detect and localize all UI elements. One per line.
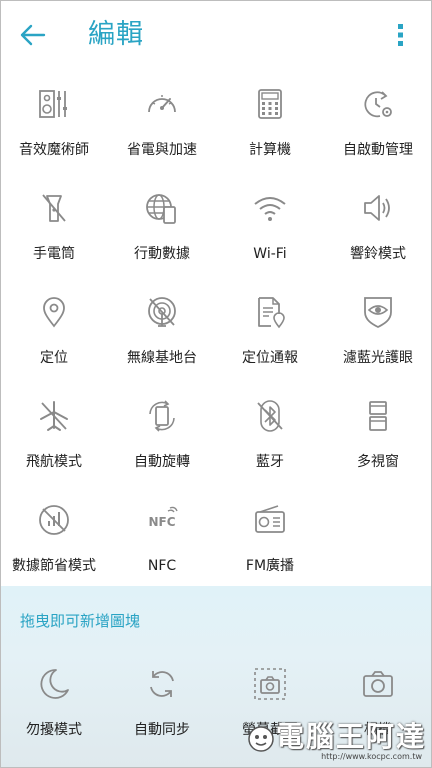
- tile-label: 定位: [40, 350, 68, 366]
- auto-start-manager-icon: [364, 91, 392, 118]
- svg-text:NFC: NFC: [148, 515, 175, 529]
- tile-label: 飛航模式: [26, 454, 82, 470]
- tile-label: 無線基地台: [127, 350, 197, 366]
- screenshot-icon: [254, 668, 286, 700]
- tile-power-boost[interactable]: 省電與加速: [108, 78, 216, 182]
- mobile-data-icon: [146, 194, 176, 224]
- tile-nfc[interactable]: NFC NFC: [108, 494, 216, 598]
- tile-label: 濾藍光護眼: [343, 350, 413, 366]
- tile-do-not-disturb[interactable]: 勿擾模式: [0, 666, 108, 768]
- tile-auto-rotate[interactable]: 自動旋轉: [108, 390, 216, 494]
- tile-multi-window[interactable]: 多視窗: [324, 390, 432, 494]
- camera-icon: [363, 671, 393, 697]
- tile-label: 定位通報: [242, 350, 298, 366]
- tile-calculator[interactable]: 計算機: [216, 78, 324, 182]
- tile-audio-wizard[interactable]: 音效魔術師: [0, 78, 108, 182]
- location-report-icon: [258, 297, 285, 329]
- equalizer-speaker-icon: [39, 90, 67, 118]
- more-vert-icon: [398, 24, 403, 46]
- calculator-icon: [258, 89, 282, 119]
- sync-icon: [150, 671, 174, 697]
- speaker-volume-icon: [364, 195, 390, 221]
- arrow-back-icon: [20, 24, 46, 46]
- tile-label: 數據節省模式: [12, 558, 96, 574]
- tile-label: 勿擾模式: [26, 722, 82, 738]
- tile-ring-mode[interactable]: 響鈴模式: [324, 182, 432, 286]
- tile-label: 省電與加速: [127, 142, 197, 158]
- nfc-icon: NFC: [148, 506, 178, 529]
- bluetooth-off-icon: [257, 400, 283, 432]
- tile-label: NFC: [147, 558, 177, 574]
- overflow-menu-button[interactable]: [390, 20, 410, 50]
- wifi-icon: [254, 197, 286, 221]
- tile-label: 計算機: [249, 142, 291, 158]
- watermark-logo-icon: [248, 726, 274, 752]
- site-watermark: 電腦王阿達 http://www.kocpc.com.tw: [246, 720, 426, 764]
- app-bar: 編輯: [0, 0, 432, 70]
- tile-label: 響鈴模式: [350, 246, 406, 262]
- tile-bluetooth[interactable]: 藍牙: [216, 390, 324, 494]
- tile-airplane-mode[interactable]: 飛航模式: [0, 390, 108, 494]
- tile-label: 手電筒: [33, 246, 75, 262]
- tile-label: 自啟動管理: [343, 142, 413, 158]
- tile-auto-start-manager[interactable]: 自啟動管理: [324, 78, 432, 182]
- tile-wifi[interactable]: Wi-Fi: [216, 182, 324, 286]
- tile-label: Wi-Fi: [253, 246, 287, 262]
- tile-location-report[interactable]: 定位通報: [216, 286, 324, 390]
- fm-radio-icon: [255, 505, 285, 533]
- tile-data-saver[interactable]: 數據節省模式: [0, 494, 108, 598]
- tile-label: 藍牙: [256, 454, 284, 470]
- page-title: 編輯: [88, 19, 144, 50]
- tile-label: 行動數據: [134, 246, 190, 262]
- moon-icon: [40, 669, 69, 699]
- tile-label: 多視窗: [357, 454, 399, 470]
- eye-shield-icon: [364, 297, 392, 329]
- tile-label: 音效魔術師: [19, 142, 89, 158]
- multi-window-icon: [369, 401, 387, 431]
- tile-label: FM廣播: [245, 558, 295, 574]
- data-saver-icon: [39, 505, 69, 535]
- tile-blue-light-filter[interactable]: 濾藍光護眼: [324, 286, 432, 390]
- drag-hint-title: 拖曳即可新增圖塊: [20, 612, 141, 630]
- tile-label: 自動同步: [134, 722, 190, 738]
- tile-auto-sync[interactable]: 自動同步: [108, 666, 216, 768]
- watermark-text: 電腦王阿達: [275, 720, 426, 753]
- hotspot-off-icon: [148, 297, 176, 327]
- airplane-off-icon: [40, 401, 68, 431]
- tile-label: 自動旋轉: [134, 454, 190, 470]
- tile-flashlight[interactable]: 手電筒: [0, 182, 108, 286]
- speedometer-icon: [148, 95, 176, 113]
- tile-location[interactable]: 定位: [0, 286, 108, 390]
- watermark-url: http://www.kocpc.com.tw: [321, 752, 422, 761]
- flashlight-off-icon: [42, 194, 66, 222]
- auto-rotate-icon: [149, 400, 175, 432]
- tile-hotspot[interactable]: 無線基地台: [108, 286, 216, 390]
- tile-mobile-data[interactable]: 行動數據: [108, 182, 216, 286]
- tile-fm-radio[interactable]: FM廣播: [216, 494, 324, 598]
- location-pin-icon: [43, 297, 65, 328]
- back-button[interactable]: [16, 20, 50, 50]
